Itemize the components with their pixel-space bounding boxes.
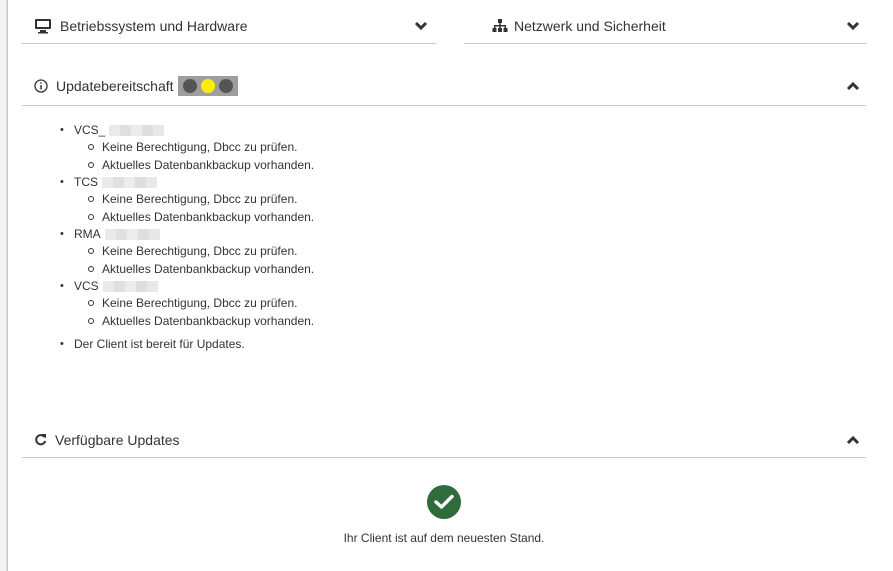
section-title-readiness: Updatebereitschaft: [56, 77, 174, 94]
traffic-light-on: [200, 78, 215, 93]
chevron-up-icon[interactable]: [846, 435, 860, 445]
chevron-down-icon[interactable]: [414, 21, 428, 31]
sub-bullet: [88, 214, 94, 220]
section-header-available-updates[interactable]: Verfügbare Updates: [22, 422, 866, 458]
database-note: Aktuelles Datenbankbackup vorhanden.: [102, 314, 315, 328]
sub-bullet: [88, 266, 94, 272]
database-item: • RMA Keine Berechtigung, Dbcc zu prüfen.…: [60, 226, 560, 278]
traffic-light-off: [218, 78, 233, 93]
readiness-final-text: Der Client ist bereit für Updates.: [74, 337, 245, 351]
refresh-icon: [35, 434, 47, 446]
section-title-available-updates: Verfügbare Updates: [55, 431, 180, 448]
section-title-network: Netzwerk und Sicherheit: [514, 17, 666, 34]
section-header-network-left: Netzwerk und Sicherheit: [492, 18, 666, 34]
database-note: Aktuelles Datenbankbackup vorhanden.: [102, 262, 315, 276]
sub-bullet: [88, 162, 94, 168]
info-circle-icon: [34, 78, 48, 93]
database-note: Keine Berechtigung, Dbcc zu prüfen.: [102, 296, 298, 310]
database-name: RMA: [74, 227, 101, 241]
redacted-text: [102, 176, 157, 188]
database-note: Aktuelles Datenbankbackup vorhanden.: [102, 158, 315, 172]
database-name: VCS_: [74, 123, 106, 137]
database-name: VCS: [74, 279, 99, 293]
bullet: •: [60, 338, 64, 350]
database-note: Keine Berechtigung, Dbcc zu prüfen.: [102, 140, 298, 154]
chevron-down-icon[interactable]: [846, 21, 860, 31]
redacted-text: [104, 228, 160, 240]
sub-bullet: [88, 318, 94, 324]
sub-bullet: [88, 300, 94, 306]
left-border: [0, 0, 7, 571]
monitor-icon: [35, 18, 51, 33]
database-item: • VCS Keine Berechtigung, Dbcc zu prüfen.…: [60, 278, 560, 330]
database-item: • VCS_ Keine Berechtigung, Dbcc zu prüfen…: [60, 122, 560, 174]
readiness-final: • Der Client ist bereit für Updates.: [60, 336, 560, 352]
database-name: TCS: [74, 175, 98, 189]
section-header-os-left: Betriebssystem und Hardware: [34, 18, 248, 34]
bullet: •: [60, 124, 64, 136]
traffic-light: [177, 75, 238, 96]
sitemap-icon: [492, 18, 508, 32]
database-note: Keine Berechtigung, Dbcc zu prüfen.: [102, 192, 298, 206]
check-circle-icon: [427, 485, 461, 519]
database-item: • TCS Keine Berechtigung, Dbcc zu prüfen.…: [60, 174, 560, 226]
update-status: Ihr Client ist auf dem neuesten Stand.: [22, 485, 866, 545]
chevron-up-icon[interactable]: [846, 81, 860, 91]
sub-bullet: [88, 196, 94, 202]
section-title-os: Betriebssystem und Hardware: [60, 17, 248, 34]
bullet: •: [60, 228, 64, 240]
readiness-list: • VCS_ Keine Berechtigung, Dbcc zu prüfen…: [60, 122, 560, 352]
section-header-readiness-left: Updatebereitschaft: [34, 75, 238, 96]
section-header-network[interactable]: Netzwerk und Sicherheit: [464, 8, 866, 44]
section-header-available-left: Verfügbare Updates: [34, 432, 180, 448]
section-header-readiness[interactable]: Updatebereitschaft: [22, 66, 866, 106]
bullet: •: [60, 280, 64, 292]
redacted-text: [102, 280, 158, 292]
database-note: Keine Berechtigung, Dbcc zu prüfen.: [102, 244, 298, 258]
sub-bullet: [88, 248, 94, 254]
checkmark-icon: [434, 494, 454, 509]
traffic-light-off: [182, 78, 197, 93]
redacted-text: [109, 124, 165, 136]
section-header-os[interactable]: Betriebssystem und Hardware: [22, 8, 436, 44]
sub-bullet: [88, 144, 94, 150]
bullet: •: [60, 176, 64, 188]
left-border-line: [7, 0, 8, 571]
update-status-message: Ihr Client ist auf dem neuesten Stand.: [343, 531, 545, 545]
database-note: Aktuelles Datenbankbackup vorhanden.: [102, 210, 315, 224]
